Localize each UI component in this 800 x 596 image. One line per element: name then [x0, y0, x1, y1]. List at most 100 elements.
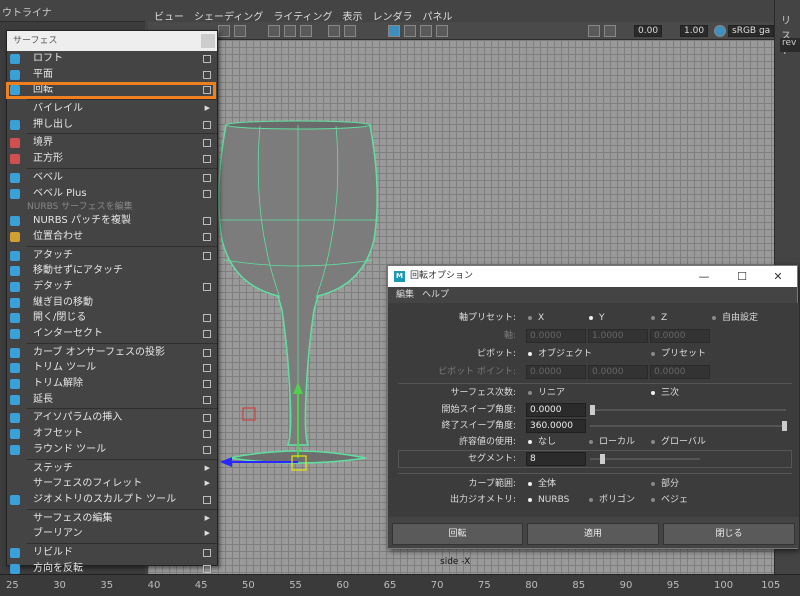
- menu-item[interactable]: リビルド: [7, 545, 217, 561]
- dialog-titlebar[interactable]: M 回転オプション — ☐ ✕: [388, 266, 797, 287]
- axis-x-radio[interactable]: X: [528, 311, 544, 325]
- surface-menu-title[interactable]: サーフェス: [7, 31, 217, 51]
- option-box-icon[interactable]: [203, 251, 211, 260]
- option-box-icon[interactable]: [203, 314, 211, 323]
- menu-item[interactable]: ベベル Plus: [7, 186, 217, 202]
- close-icon[interactable]: ✕: [763, 266, 793, 287]
- menu-lighting[interactable]: ライティング: [273, 8, 332, 23]
- axis-z-field[interactable]: 0.0000: [650, 329, 710, 343]
- menu-item[interactable]: 押し出し: [7, 117, 217, 133]
- revolve-button[interactable]: 回転: [392, 523, 523, 545]
- output-polygons-radio[interactable]: ポリゴン: [589, 493, 635, 507]
- tolerance-global-radio[interactable]: グローバル: [651, 435, 706, 449]
- option-box-icon[interactable]: [203, 217, 211, 226]
- option-box-icon[interactable]: [203, 430, 211, 439]
- right-panel-field[interactable]: rev: [780, 38, 800, 52]
- menu-item[interactable]: アイソパラムの挿入: [7, 410, 217, 426]
- menu-show[interactable]: 表示: [343, 8, 363, 23]
- lights-icon[interactable]: [420, 25, 432, 37]
- menu-item[interactable]: NURBS パッチを複製: [7, 213, 217, 229]
- menu-item[interactable]: トリム解除: [7, 376, 217, 392]
- grid-icon[interactable]: [268, 25, 280, 37]
- axis-y-radio[interactable]: Y: [589, 311, 605, 325]
- degree-linear-radio[interactable]: リニア: [528, 386, 565, 400]
- start-sweep-field[interactable]: 0.0000: [526, 403, 586, 417]
- textured-icon[interactable]: [404, 25, 416, 37]
- color-management-icon[interactable]: [714, 25, 726, 37]
- menu-item[interactable]: 開く/閉じる: [7, 310, 217, 326]
- menu-item[interactable]: サーフェスの編集 ▶: [7, 511, 217, 527]
- menu-item[interactable]: アタッチ: [7, 248, 217, 264]
- tolerance-none-radio[interactable]: なし: [528, 435, 556, 449]
- menu-item[interactable]: カーブ オンサーフェスの投影: [7, 345, 217, 361]
- pivot-preset-radio[interactable]: プリセット: [651, 347, 706, 361]
- menu-shading[interactable]: シェーディング: [194, 8, 263, 23]
- menu-item[interactable]: サーフェスのフィレット ▶: [7, 476, 217, 492]
- menu-item[interactable]: 位置合わせ: [7, 229, 217, 245]
- option-box-icon[interactable]: [203, 495, 211, 504]
- tolerance-local-radio[interactable]: ローカル: [589, 435, 635, 449]
- segments-handle[interactable]: [600, 454, 605, 464]
- option-box-icon[interactable]: [203, 86, 211, 95]
- menu-item[interactable]: 回転: [7, 82, 217, 98]
- option-box-icon[interactable]: [203, 445, 211, 454]
- gamma-field[interactable]: 1.00: [680, 25, 708, 37]
- range-partial-radio[interactable]: 部分: [651, 477, 679, 491]
- menu-item[interactable]: 延長: [7, 392, 217, 408]
- option-box-icon[interactable]: [203, 395, 211, 404]
- output-bezier-radio[interactable]: ベジェ: [651, 493, 688, 507]
- menu-item[interactable]: 境界: [7, 135, 217, 151]
- menu-item[interactable]: ラウンド ツール: [7, 442, 217, 458]
- option-box-icon[interactable]: [203, 55, 211, 63]
- resolution-gate-icon[interactable]: [300, 25, 312, 37]
- menu-panels[interactable]: パネル: [423, 8, 453, 23]
- option-box-icon[interactable]: [203, 364, 211, 373]
- menu-item[interactable]: 方向を反転: [7, 561, 217, 577]
- menu-item[interactable]: 正方形: [7, 151, 217, 167]
- segments-field[interactable]: 8: [526, 452, 586, 466]
- option-box-icon[interactable]: [203, 548, 211, 557]
- close-button[interactable]: 閉じる: [663, 523, 795, 545]
- menu-item[interactable]: バイレイル ▶: [7, 101, 217, 117]
- end-sweep-handle[interactable]: [782, 421, 787, 431]
- menu-item[interactable]: 平面: [7, 67, 217, 83]
- option-box-icon[interactable]: [203, 564, 211, 573]
- option-box-icon[interactable]: [203, 232, 211, 241]
- option-box-icon[interactable]: [203, 120, 211, 129]
- pivot-x-field[interactable]: 0.0000: [526, 365, 586, 379]
- shaded-wireframe-icon[interactable]: [388, 25, 400, 37]
- option-box-icon[interactable]: [203, 348, 211, 357]
- menu-item[interactable]: インターセクト: [7, 326, 217, 342]
- film-gate-icon[interactable]: [284, 25, 296, 37]
- option-box-icon[interactable]: [203, 380, 211, 389]
- menu-item[interactable]: 継ぎ目の移動: [7, 295, 217, 311]
- option-box-icon[interactable]: [203, 330, 211, 338]
- menu-view[interactable]: ビュー: [154, 8, 184, 23]
- pivot-z-field[interactable]: 0.0000: [650, 365, 710, 379]
- option-box-icon[interactable]: [203, 189, 211, 198]
- menu-item[interactable]: 移動せずにアタッチ: [7, 263, 217, 279]
- smooth-shade-icon[interactable]: [344, 25, 356, 37]
- wireframe-icon[interactable]: [328, 25, 340, 37]
- end-sweep-slider[interactable]: [590, 425, 786, 427]
- apply-button[interactable]: 適用: [527, 523, 659, 545]
- tear-off-icon[interactable]: [201, 34, 215, 48]
- output-nurbs-radio[interactable]: NURBS: [528, 493, 569, 507]
- axis-y-field[interactable]: 1.0000: [588, 329, 648, 343]
- axis-x-field[interactable]: 0.0000: [526, 329, 586, 343]
- pivot-object-radio[interactable]: オブジェクト: [528, 347, 592, 361]
- menu-item[interactable]: ブーリアン ▶: [7, 526, 217, 542]
- menu-item[interactable]: ベベル: [7, 170, 217, 186]
- timeline[interactable]: 25 30 35 40 45 50 55 60 65 70 75 80 85 90 95 100 105: [0, 574, 800, 596]
- end-sweep-field[interactable]: 360.0000: [526, 419, 586, 433]
- colorspace-field[interactable]: sRGB ga: [728, 25, 774, 37]
- option-box-icon[interactable]: [203, 414, 211, 423]
- segments-slider[interactable]: [590, 458, 700, 460]
- menu-item[interactable]: ステッチ ▶: [7, 461, 217, 477]
- camera-attr-icon[interactable]: [218, 25, 230, 37]
- menu-edit[interactable]: 編集: [396, 287, 414, 303]
- minimize-icon[interactable]: —: [689, 266, 719, 287]
- option-box-icon[interactable]: [203, 173, 211, 182]
- option-box-icon[interactable]: [203, 155, 211, 164]
- range-complete-radio[interactable]: 全体: [528, 477, 556, 491]
